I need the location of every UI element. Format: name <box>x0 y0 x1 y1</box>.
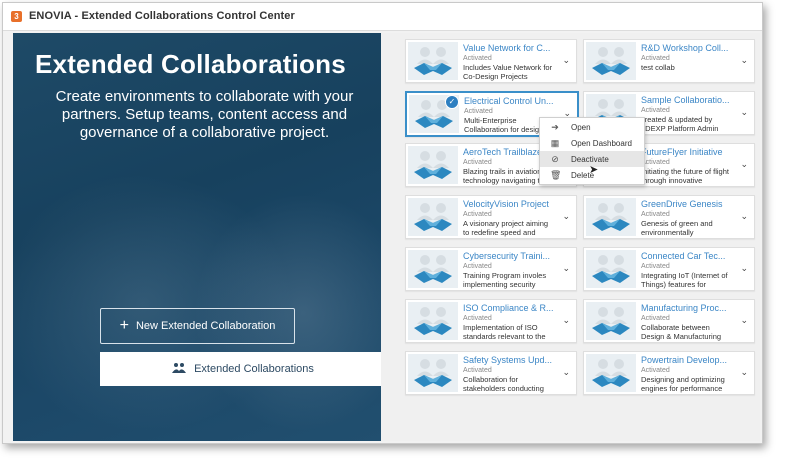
chevron-down-icon[interactable]: ⌄ <box>740 159 748 170</box>
handshake-icon <box>586 42 636 80</box>
card-title[interactable]: Connected Car Tec... <box>641 251 733 261</box>
card-description: Includes Value Network for Co-Design Pro… <box>463 64 553 81</box>
card-status: Activated <box>463 263 492 270</box>
title-bar: 3 ENOVIA - Extended Collaborations Contr… <box>3 3 762 31</box>
card-description: Initiating the future of flight through … <box>641 168 729 185</box>
extended-collaborations-button[interactable]: Extended Collaborations <box>100 352 381 386</box>
card-title[interactable]: Cybersecurity Traini... <box>463 251 555 261</box>
card-description: Collaboration for stakeholders conductin… <box>463 376 544 393</box>
card-title[interactable]: ISO Compliance & R... <box>463 303 555 313</box>
menu-item-open-dashboard[interactable]: ▦ Open Dashboard <box>540 135 644 151</box>
card-description: Designing and optimizing engines for per… <box>641 376 725 393</box>
card-status: Activated <box>641 211 670 218</box>
collaboration-card[interactable]: Powertrain Develop... Activated Designing … <box>583 351 755 395</box>
card-status: Activated <box>463 159 492 166</box>
window-title: ENOVIA - Extended Collaborations Control… <box>29 10 295 22</box>
card-status: Activated <box>641 55 670 62</box>
card-status: Activated <box>641 159 670 166</box>
ec-button-label: Extended Collaborations <box>194 363 314 375</box>
collaboration-card[interactable]: Cybersecurity Traini... Activated Training… <box>405 247 577 291</box>
open-arrow-icon: ➔ <box>551 122 559 132</box>
handshake-icon <box>586 354 636 392</box>
handshake-icon <box>586 302 636 340</box>
selected-check-icon: ✓ <box>445 95 459 109</box>
card-title[interactable]: Powertrain Develop... <box>641 355 733 365</box>
hero-title: Extended Collaborations <box>35 49 346 79</box>
card-title[interactable]: Value Network for C... <box>463 43 555 53</box>
handshake-icon <box>408 146 458 184</box>
collaboration-people-icon <box>172 362 187 377</box>
menu-item-open[interactable]: ➔ Open <box>540 119 644 135</box>
card-title[interactable]: R&D Workshop Coll... <box>641 43 733 53</box>
card-status: Activated <box>463 55 492 62</box>
handshake-icon <box>408 250 458 288</box>
card-status: Activated <box>463 315 492 322</box>
chevron-down-icon[interactable]: ⌄ <box>740 107 748 118</box>
deactivate-icon: ⊘ <box>551 154 559 164</box>
card-status: Activated <box>641 367 670 374</box>
new-button-label: New Extended Collaboration <box>135 320 276 332</box>
plus-icon: + <box>119 317 129 334</box>
card-status: Activated <box>641 107 670 114</box>
card-title[interactable]: FutureFlyer Initiative <box>641 147 733 157</box>
chevron-down-icon[interactable]: ⌄ <box>740 55 748 66</box>
handshake-icon <box>586 250 636 288</box>
collaboration-card[interactable]: Value Network for C... Activated Includes … <box>405 39 577 83</box>
card-title[interactable]: Safety Systems Upd... <box>463 355 555 365</box>
handshake-icon <box>408 302 458 340</box>
card-description: Collaborate between Design & Manufacturi… <box>641 324 722 341</box>
chevron-down-icon[interactable]: ⌄ <box>740 211 748 222</box>
dashboard-grid-icon: ▦ <box>550 138 560 148</box>
3d-logo-icon: 3 <box>11 11 22 22</box>
card-description: test collab <box>641 64 675 72</box>
collaboration-card[interactable]: VelocityVision Project Activated A visiona… <box>405 195 577 239</box>
card-status: Activated <box>463 367 492 374</box>
card-description: A visionary project aiming to redefine s… <box>463 220 549 237</box>
trash-icon: 🗑 <box>550 170 562 180</box>
card-title[interactable]: Sample Collaboratio... <box>641 95 733 105</box>
card-description: Implementation of ISO standards relevant… <box>463 324 546 341</box>
menu-item-label: Open <box>571 123 591 132</box>
collaboration-card[interactable]: GreenDrive Genesis Activated Genesis of gr… <box>583 195 755 239</box>
new-extended-collaboration-button[interactable]: + New Extended Collaboration <box>100 308 295 344</box>
hero-description: Create environments to collaborate with … <box>55 88 354 141</box>
chevron-down-icon[interactable]: ⌄ <box>562 315 570 326</box>
handshake-icon <box>408 42 458 80</box>
chevron-down-icon[interactable]: ⌄ <box>562 55 570 66</box>
chevron-down-icon[interactable]: ⌄ <box>740 367 748 378</box>
collaboration-card[interactable]: ISO Compliance & R... Activated Implementa… <box>405 299 577 343</box>
card-status: Activated <box>464 108 493 115</box>
chevron-down-icon[interactable]: ⌄ <box>562 263 570 274</box>
mouse-cursor-icon: ➤ <box>589 164 599 176</box>
collaboration-card[interactable]: Connected Car Tec... Activated Integrating… <box>583 247 755 291</box>
menu-item-label: Open Dashboard <box>571 139 632 148</box>
card-description: created & updated by 3DEXP Platform Admi… <box>641 116 719 133</box>
card-description: Integrating IoT (Internet of Things) fea… <box>641 272 728 289</box>
chevron-down-icon[interactable]: ⌄ <box>562 367 570 378</box>
hero-panel: Extended Collaborations Create environme… <box>13 33 381 441</box>
card-title[interactable]: Electrical Control Un... <box>464 96 556 106</box>
card-description: Training Program involes implementing se… <box>463 272 547 289</box>
card-status: Activated <box>641 315 670 322</box>
chevron-down-icon[interactable]: ⌄ <box>740 315 748 326</box>
collaboration-card[interactable]: Safety Systems Upd... Activated Collaborat… <box>405 351 577 395</box>
collaboration-card[interactable]: Manufacturing Proc... Activated Collaborat… <box>583 299 755 343</box>
handshake-icon <box>408 198 458 236</box>
card-title[interactable]: Manufacturing Proc... <box>641 303 733 313</box>
card-status: Activated <box>641 263 670 270</box>
handshake-icon <box>408 354 458 392</box>
card-title[interactable]: GreenDrive Genesis <box>641 199 733 209</box>
collaboration-card[interactable]: R&D Workshop Coll... Activated test collab… <box>583 39 755 83</box>
handshake-icon <box>586 198 636 236</box>
card-title[interactable]: VelocityVision Project <box>463 199 555 209</box>
card-status: Activated <box>463 211 492 218</box>
chevron-down-icon[interactable]: ⌄ <box>562 211 570 222</box>
chevron-down-icon[interactable]: ⌄ <box>740 263 748 274</box>
card-description: Genesis of green and environmentally <box>641 220 713 237</box>
